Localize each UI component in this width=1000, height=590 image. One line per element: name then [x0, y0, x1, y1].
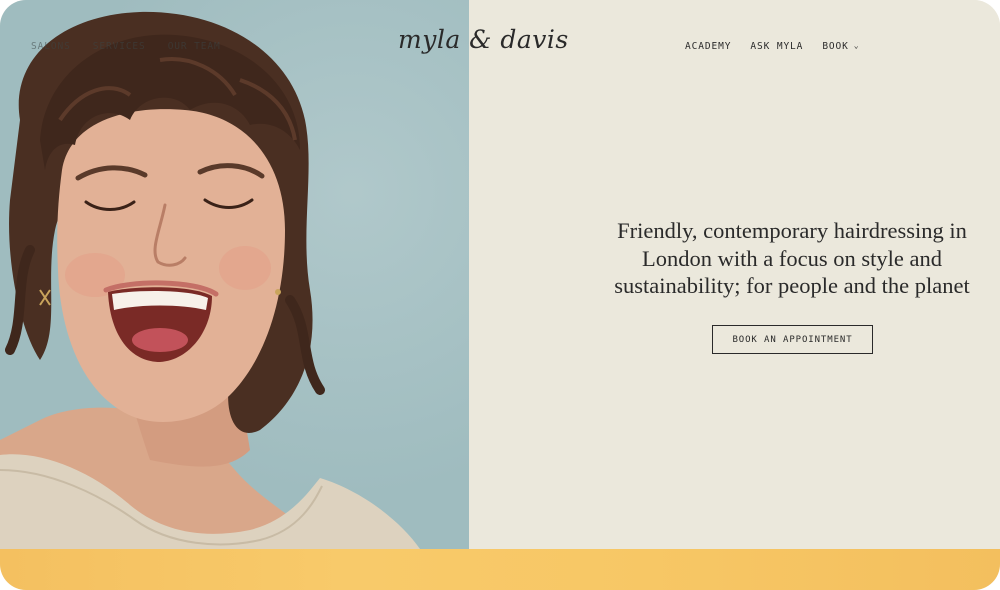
primary-nav-right: ACADEMY ASK MYLA BOOK ⌄ — [685, 41, 860, 53]
page-frame: SALONS SERVICES OUR TEAM myla & davis AC… — [0, 0, 1000, 590]
nav-link-ask-myla[interactable]: ASK MYLA — [750, 41, 803, 53]
nav-link-services[interactable]: SERVICES — [93, 41, 146, 53]
nav-link-book-label: BOOK — [822, 41, 849, 52]
nav-link-our-team[interactable]: OUR TEAM — [168, 41, 221, 53]
hero-photo — [0, 0, 469, 549]
nav-link-book[interactable]: BOOK ⌄ — [822, 41, 859, 53]
hero-headline: Friendly, contemporary hairdressing in L… — [614, 218, 970, 298]
portrait-illustration — [0, 11, 420, 549]
chevron-down-icon: ⌄ — [853, 41, 860, 50]
primary-nav-left: SALONS SERVICES OUR TEAM — [31, 41, 221, 53]
bottom-accent-strip — [0, 549, 1000, 590]
brand-logo[interactable]: myla & davis — [398, 20, 568, 72]
nav-link-academy[interactable]: ACADEMY — [685, 41, 731, 53]
brand-logo-text: myla & davis — [398, 25, 569, 54]
nav-link-salons[interactable]: SALONS — [31, 41, 71, 53]
book-appointment-button[interactable]: BOOK AN APPOINTMENT — [712, 325, 873, 354]
